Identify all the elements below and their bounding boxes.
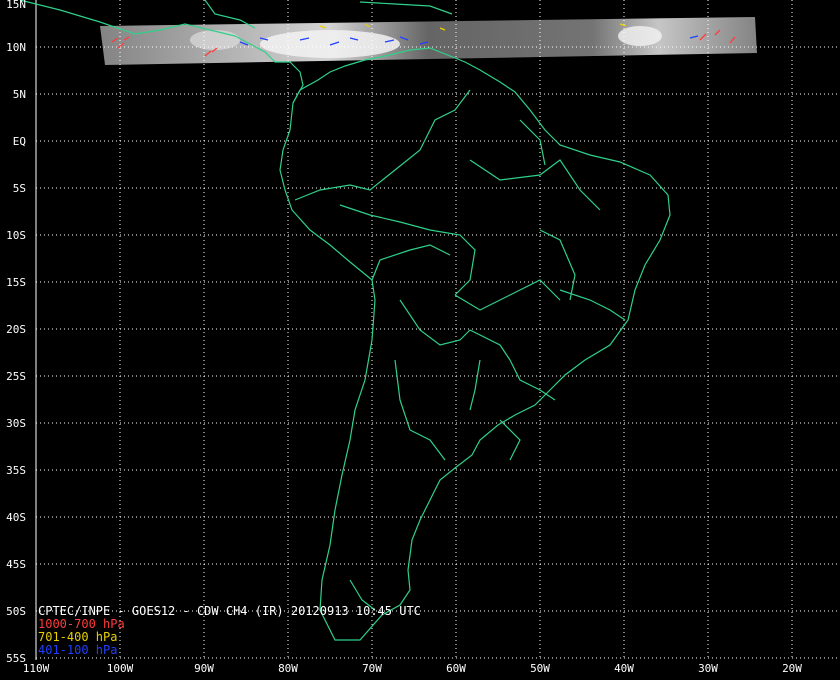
legend-label: 401-100 hPa bbox=[38, 643, 118, 657]
map-canvas: 15N 10N 5N EQ 5S 10S 15S 20S 25S 30S 35S 40S 45S 50S 5… bbox=[6, 0, 840, 675]
latitude-label: 45S bbox=[6, 558, 26, 571]
longitude-label: 50W bbox=[530, 662, 550, 675]
longitude-label: 110W bbox=[23, 662, 50, 675]
latitude-label: 10N bbox=[6, 41, 26, 54]
latitude-label: 15N bbox=[6, 0, 26, 11]
latitude-label: EQ bbox=[13, 135, 26, 148]
latitude-label: 30S bbox=[6, 417, 26, 430]
south-america-coastline bbox=[279, 47, 671, 641]
latitude-label: 20S bbox=[6, 323, 26, 336]
legend-label: 701-400 hPa bbox=[38, 630, 118, 644]
longitude-label: 70W bbox=[362, 662, 382, 675]
legend-item: 401-100 hPa bbox=[38, 644, 117, 657]
cloud-mass bbox=[260, 30, 400, 58]
longitude-label: 40W bbox=[614, 662, 634, 675]
legend-label: 1000-700 hPa bbox=[38, 617, 125, 631]
longitude-label: 30W bbox=[698, 662, 718, 675]
latitude-label: 40S bbox=[6, 511, 26, 524]
latitude-label: 5N bbox=[13, 88, 26, 101]
latitude-label: 10S bbox=[6, 229, 26, 242]
longitude-label: 60W bbox=[446, 662, 466, 675]
longitude-label: 100W bbox=[107, 662, 134, 675]
longitude-label: 20W bbox=[782, 662, 802, 675]
latitude-label: 5S bbox=[13, 182, 26, 195]
map-view: 15N 10N 5N EQ 5S 10S 15S 20S 25S 30S 35S 40S 45S 50S 5… bbox=[0, 0, 840, 680]
latitude-label: 50S bbox=[6, 605, 26, 618]
coastlines-and-borders bbox=[19, 0, 671, 641]
latitude-label: 15S bbox=[6, 276, 26, 289]
graticule bbox=[35, 0, 840, 660]
longitude-label: 90W bbox=[194, 662, 214, 675]
cloud-mass bbox=[618, 26, 662, 46]
latitude-label: 35S bbox=[6, 464, 26, 477]
latitude-labels: 15N10N5NEQ5S10S15S20S25S30S35S40S45S50S5… bbox=[6, 0, 26, 665]
longitude-labels: 110W 100W 90W 80W 70W 60W 50W 40W 30W 20W bbox=[23, 662, 803, 675]
latitude-label: 25S bbox=[6, 370, 26, 383]
longitude-label: 80W bbox=[278, 662, 298, 675]
